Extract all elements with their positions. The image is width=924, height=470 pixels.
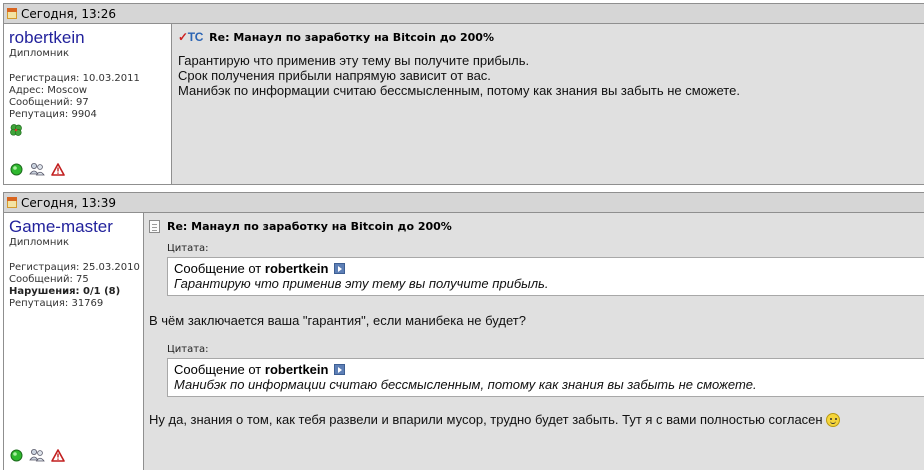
calendar-icon: [7, 8, 17, 19]
message-line: Манибэк по информации считаю бессмысленн…: [178, 83, 740, 98]
online-status-icon[interactable]: [10, 449, 23, 462]
quote-label: Цитата:: [167, 344, 209, 355]
post-header: Сегодня, 13:39: [4, 193, 924, 213]
reputation-value: Репутация: 31769: [9, 298, 104, 309]
document-icon: [149, 219, 160, 233]
users-icon[interactable]: [29, 448, 45, 462]
report-warning-icon[interactable]: [51, 162, 65, 176]
calendar-icon: [7, 197, 17, 208]
post-date: Сегодня, 13:39: [21, 195, 116, 210]
post-title-text: Re: Манaул по заработку на Bitcoin до 20…: [167, 219, 452, 233]
post-title-text: Re: Манaул по заработку на Bitcoin до 20…: [209, 30, 494, 44]
post-message: Гарантирую что применив эту тему вы полу…: [178, 53, 924, 98]
message-count: Сообщений: 75: [9, 274, 89, 285]
user-stats: Регистрация: 25.03.2010 Сообщений: 75 На…: [9, 262, 143, 310]
post-header: Сегодня, 13:26: [4, 4, 924, 24]
user-info: Game-master Дипломник Регистрация: 25.03…: [4, 213, 144, 470]
user-address: Адрес: Moscow: [9, 85, 88, 96]
username[interactable]: Game-master: [9, 217, 143, 237]
smiley-icon: [825, 413, 840, 427]
message-area: ✓TC Re: Манaул по заработку на Bitcoin д…: [172, 24, 924, 184]
post-date: Сегодня, 13:26: [21, 6, 116, 21]
post-1: Сегодня, 13:26 robertkein Дипломник Реги…: [3, 3, 924, 185]
quote-text: Манибэк по информации считаю бессмысленн…: [174, 377, 757, 392]
quote-prefix: Сообщение от: [174, 261, 262, 276]
message-line: В чём заключается ваша "гарантия", если …: [149, 313, 526, 328]
message-text: Ну да, знания о том, как тебя развели и …: [149, 412, 823, 427]
quote-label: Цитата:: [167, 243, 209, 254]
post-title: Re: Манaул по заработку на Bitcoin до 20…: [149, 219, 924, 233]
user-stats: Регистрация: 10.03.2011 Адрес: Moscow Со…: [9, 73, 171, 137]
users-icon[interactable]: [29, 162, 45, 176]
online-status-icon[interactable]: [10, 163, 23, 176]
registration-date: Регистрация: 25.03.2010: [9, 262, 140, 273]
post-2: Сегодня, 13:39 Game-master Дипломник Рег…: [3, 192, 924, 470]
message-line: Срок получения прибыли напрямую зависит …: [178, 68, 491, 83]
reputation-value: Репутация: 9904: [9, 109, 97, 120]
message-line: Гарантирую что применив эту тему вы полу…: [178, 53, 530, 68]
username[interactable]: robertkein: [9, 28, 171, 48]
quote-author: robertkein: [264, 261, 329, 276]
user-title: Дипломник: [9, 48, 69, 59]
user-info: robertkein Дипломник Регистрация: 10.03.…: [4, 24, 172, 184]
report-warning-icon[interactable]: [51, 448, 65, 462]
post-title: ✓TC Re: Манaул по заработку на Bitcoin д…: [178, 30, 924, 44]
message-count: Сообщений: 97: [9, 97, 89, 108]
quote-prefix: Сообщение от: [174, 362, 262, 377]
message-area: Re: Манaул по заработку на Bitcoin до 20…: [144, 213, 924, 470]
reputation-clover-icon: [10, 124, 22, 136]
quote-text: Гарантирую что применив эту тему вы полу…: [174, 276, 549, 291]
go-to-post-icon[interactable]: [334, 263, 346, 274]
topic-starter-icon: ✓TC: [178, 30, 204, 44]
quote-block: Сообщение от robertkein Манибэк по инфор…: [167, 358, 924, 397]
registration-date: Регистрация: 10.03.2011: [9, 73, 140, 84]
message-line-with-smiley: Ну да, знания о том, как тебя развели и …: [149, 412, 924, 427]
violations-count: Нарушения: 0/1 (8): [9, 286, 121, 297]
quote-block: Сообщение от robertkein Гарантирую что п…: [167, 257, 924, 296]
user-title: Дипломник: [9, 237, 69, 248]
go-to-post-icon[interactable]: [334, 364, 346, 375]
quote-author: robertkein: [264, 362, 329, 377]
